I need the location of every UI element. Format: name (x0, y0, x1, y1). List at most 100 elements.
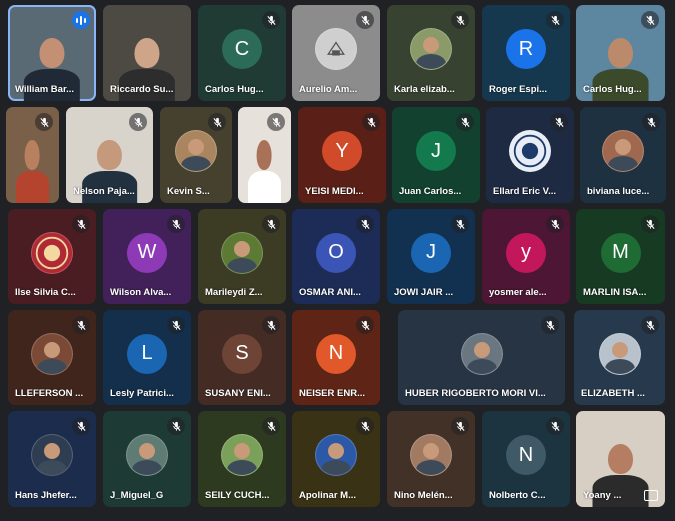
mic-muted-icon (262, 215, 280, 233)
photo-body (466, 358, 497, 374)
participant-tile[interactable]: y yosmer ale... (482, 209, 570, 304)
participant-tile[interactable]: Y YEISI MEDI... (298, 107, 386, 203)
participant-tile[interactable]: N Nolberto C... (482, 411, 570, 507)
participant-tile[interactable]: Ilse Silvia C... (8, 209, 96, 304)
avatar-photo (460, 332, 503, 375)
participant-name: Nolberto C... (489, 490, 546, 501)
avatar-photo (410, 434, 452, 477)
participant-tile[interactable]: J JOWI JAIR ... (387, 209, 475, 304)
participant-tile[interactable]: Riccardo Su... (103, 5, 191, 101)
participant-name: Hans Jhefer... (15, 490, 77, 501)
avatar-photo (315, 28, 357, 71)
mic-muted-icon (546, 215, 564, 233)
mic-muted-icon (167, 215, 185, 233)
photo-head (473, 341, 490, 358)
avatar-initial: W (127, 232, 167, 273)
avatar-initial: Y (322, 131, 362, 172)
participant-tile[interactable]: Nino Melén... (387, 411, 475, 507)
avatar-initial: S (222, 333, 262, 374)
participant-grid: William Bar... Riccardo Su... C Carlos Hug.… (0, 0, 675, 521)
mic-muted-icon (550, 113, 568, 131)
participant-tile[interactable]: Karla elizab... (387, 5, 475, 101)
mic-muted-icon (167, 417, 185, 435)
photo-body (37, 460, 67, 476)
avatar-initial: O (316, 232, 356, 273)
participant-tile[interactable]: N NEISER ENR... (292, 310, 380, 405)
participant-tile[interactable] (6, 107, 59, 203)
participant-name: Yoany ... (583, 490, 622, 501)
mic-muted-icon (72, 215, 90, 233)
photo-head (423, 443, 439, 460)
participant-tile[interactable]: William Bar... (8, 5, 96, 101)
avatar-initial: R (506, 29, 546, 70)
participant-name: JOWI JAIR ... (394, 287, 454, 298)
participant-tile[interactable]: J Juan Carlos... (392, 107, 480, 203)
participant-video-person (15, 139, 50, 203)
participant-tile[interactable]: LLEFERSON ... (8, 310, 96, 405)
avatar-initial: C (222, 29, 262, 70)
participant-tile[interactable]: Carlos Hug... (576, 5, 665, 101)
mic-muted-icon (451, 417, 469, 435)
participant-name: Carlos Hug... (583, 84, 642, 95)
participant-tile[interactable]: ELIZABETH ... (574, 310, 665, 405)
photo-body (181, 156, 211, 172)
participant-name: Marileydi Z... (205, 287, 263, 298)
avatar-initial: J (411, 232, 451, 273)
participant-tile[interactable]: L Lesly Patrici... (103, 310, 191, 405)
participant-name: SEILY CUCH... (205, 490, 270, 501)
participant-name: William Bar... (15, 84, 75, 95)
participant-tile[interactable]: R Roger Espi... (482, 5, 570, 101)
avatar-photo (221, 434, 263, 477)
mic-muted-icon (546, 11, 564, 29)
participant-tile[interactable]: Apolinar M... (292, 411, 380, 507)
photo-head (44, 341, 60, 358)
participant-tile[interactable]: HUBER RIGOBERTO MORI VI... (398, 310, 565, 405)
participant-tile[interactable]: J_Miguel_G (103, 411, 191, 507)
participant-tile[interactable] (238, 107, 291, 203)
participant-name: YEISI MEDI... (305, 186, 364, 197)
participant-tile[interactable]: W Wilson Alva... (103, 209, 191, 304)
mic-muted-icon (641, 11, 659, 29)
participant-tile[interactable]: SEILY CUCH... (198, 411, 286, 507)
participant-tile[interactable]: Ellard Eric V... (486, 107, 574, 203)
participant-tile[interactable]: Aurelio Am... (292, 5, 380, 101)
participant-name: NEISER ENR... (299, 388, 365, 399)
video-head (607, 37, 634, 69)
participant-tile[interactable]: C Carlos Hug... (198, 5, 286, 101)
mic-muted-icon (262, 316, 280, 334)
video-head (97, 139, 122, 171)
mic-muted-icon (641, 215, 659, 233)
photo-head (234, 443, 250, 460)
participant-tile[interactable]: biviana luce... (580, 107, 666, 203)
avatar-initial: y (506, 232, 546, 273)
mic-muted-icon (72, 316, 90, 334)
photo-body (604, 358, 635, 374)
avatar-initial: M (600, 232, 641, 273)
participant-name: Juan Carlos... (399, 186, 462, 197)
photo-body (608, 156, 638, 172)
speaking-indicator-icon (72, 11, 90, 29)
photo-head (611, 341, 628, 358)
participant-tile[interactable]: S SUSANY ENI... (198, 310, 286, 405)
avatar-photo (31, 332, 73, 375)
video-body (247, 171, 282, 203)
video-body (15, 171, 50, 203)
avatar-initial: L (127, 333, 167, 374)
participant-tile[interactable]: Yoany ... (576, 411, 665, 507)
participant-name: Apolinar M... (299, 490, 356, 501)
participant-name: J_Miguel_G (110, 490, 164, 501)
avatar-photo (31, 434, 73, 477)
photo-head (234, 240, 250, 257)
participant-tile[interactable]: Nelson Paja... (66, 107, 153, 203)
photo-body (132, 460, 162, 476)
mic-muted-icon (356, 316, 374, 334)
participant-tile[interactable]: Kevin S... (160, 107, 232, 203)
participant-name: Roger Espi... (489, 84, 548, 95)
participant-tile[interactable]: M MARLIN ISA... (576, 209, 665, 304)
mic-muted-icon (72, 417, 90, 435)
avatar-photo (31, 231, 73, 274)
participant-tile[interactable]: Marileydi Z... (198, 209, 286, 304)
participant-tile[interactable]: Hans Jhefer... (8, 411, 96, 507)
video-head (39, 37, 65, 69)
participant-tile[interactable]: O OSMAR ANI... (292, 209, 380, 304)
